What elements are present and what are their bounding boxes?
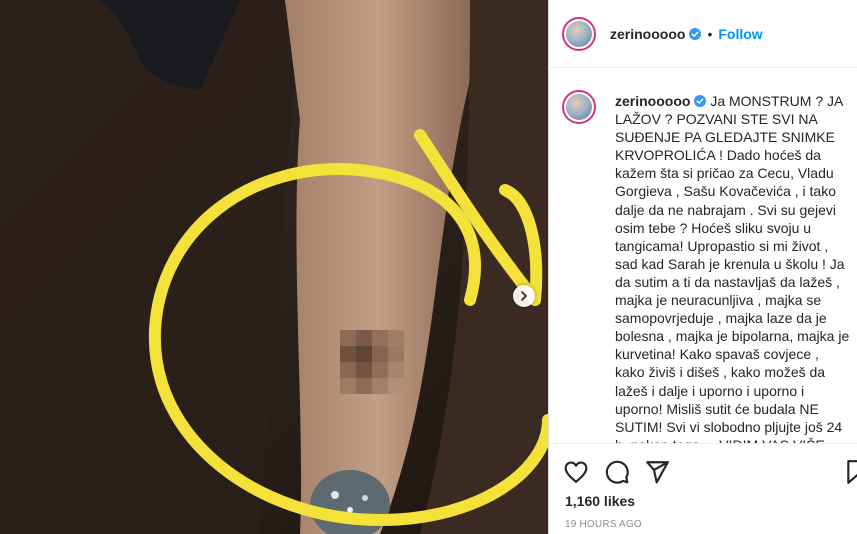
chevron-right-icon: [521, 291, 527, 301]
post-timestamp[interactable]: 19 HOURS AGO: [565, 519, 642, 530]
like-heart-icon[interactable]: [563, 459, 589, 485]
next-image-button[interactable]: [513, 285, 535, 307]
comments-section: zerinooooo Ja MONSTRUM ? JA LAŽOV ? POZV…: [549, 68, 857, 443]
post-caption: zerinooooo Ja MONSTRUM ? JA LAŽOV ? POZV…: [615, 92, 851, 443]
post-header: zerinooooo • Follow: [549, 0, 857, 68]
caption-avatar[interactable]: [562, 90, 596, 124]
verified-badge-icon: [689, 27, 702, 40]
username-link[interactable]: zerinooooo: [610, 26, 685, 42]
post-actions: 1,160 likes 19 HOURS AGO: [549, 443, 857, 534]
caption-username[interactable]: zerinooooo: [615, 93, 690, 109]
caption-text: Ja MONSTRUM ? JA LAŽOV ? POZVANI STE SVI…: [615, 93, 850, 443]
separator-dot: •: [707, 25, 713, 42]
verified-badge-icon: [694, 95, 707, 107]
save-bookmark-icon[interactable]: [844, 459, 857, 485]
likes-count[interactable]: 1,160 likes: [565, 493, 635, 509]
avatar[interactable]: [562, 16, 596, 51]
share-paper-plane-icon[interactable]: [644, 459, 670, 485]
post-sidebar: zerinooooo • Follow zerinooooo Ja MONSTR…: [548, 0, 857, 534]
follow-button[interactable]: Follow: [718, 26, 762, 42]
post-image: [0, 0, 548, 534]
pixelated-area: [340, 330, 404, 394]
comment-icon[interactable]: [604, 459, 630, 485]
